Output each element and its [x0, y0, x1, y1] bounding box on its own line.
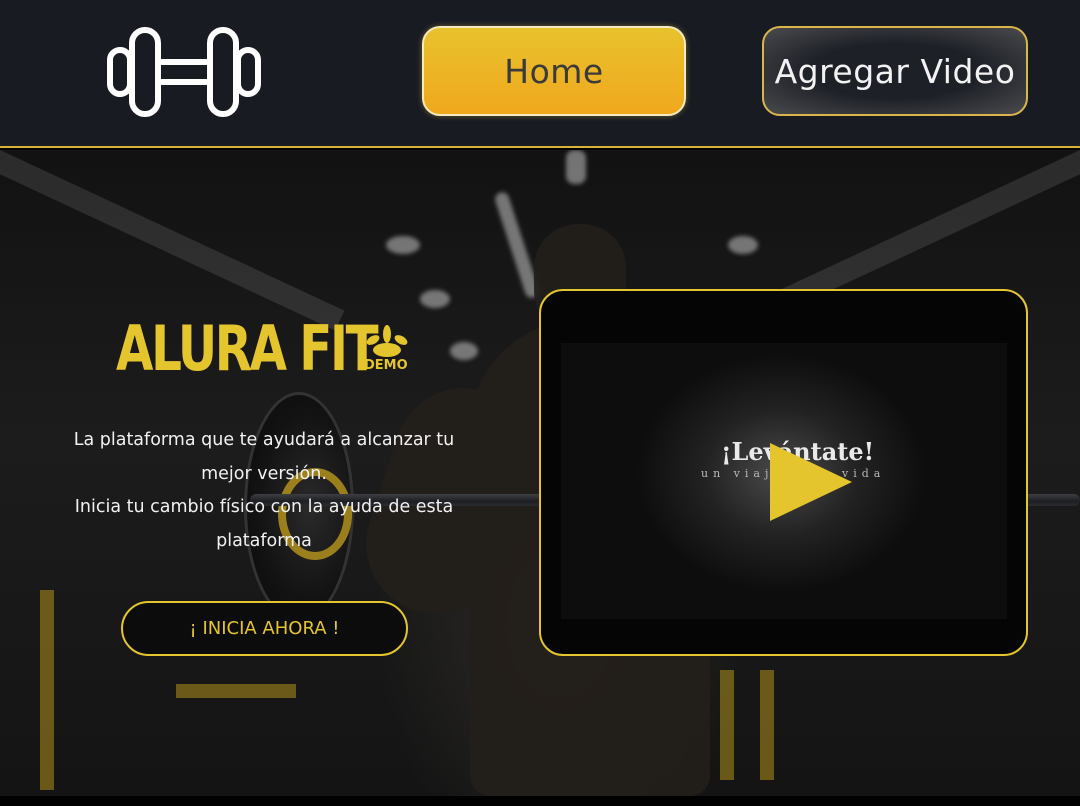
splash-icon [366, 325, 408, 357]
brand-title: ALURA FIT [116, 312, 379, 385]
background-ceiling-light [728, 236, 758, 254]
background-ceiling-light [386, 236, 420, 254]
tagline-line-2: Inicia tu cambio físico con la ayuda de … [74, 497, 454, 551]
background-rack [720, 670, 734, 780]
background-ceiling-light [450, 342, 478, 360]
add-video-button[interactable]: Agregar Video [762, 26, 1028, 116]
start-now-button[interactable]: ¡ INICIA AHORA ! [121, 601, 408, 656]
top-header: Home Agregar Video [0, 0, 1080, 148]
background-rack [176, 684, 296, 698]
background-ceiling-light [420, 290, 450, 308]
video-player[interactable]: ¡Levántate! un viaje a la vida [539, 289, 1028, 656]
tagline-line-1: La plataforma que te ayudará a alcanzar … [73, 430, 455, 484]
background-rack [760, 670, 774, 780]
background-ceiling-beam [0, 150, 345, 331]
bottom-bar [0, 796, 1080, 806]
dumbbell-icon[interactable] [106, 26, 262, 118]
brand-logo: ALURA FIT DEMO [116, 316, 416, 386]
brand-badge: DEMO [364, 358, 408, 373]
background-rack [40, 590, 54, 790]
play-icon[interactable] [770, 443, 854, 521]
background-ceiling-light [566, 150, 586, 184]
hero-tagline: La plataforma que te ayudará a alcanzar … [56, 424, 472, 558]
home-button[interactable]: Home [422, 26, 686, 116]
